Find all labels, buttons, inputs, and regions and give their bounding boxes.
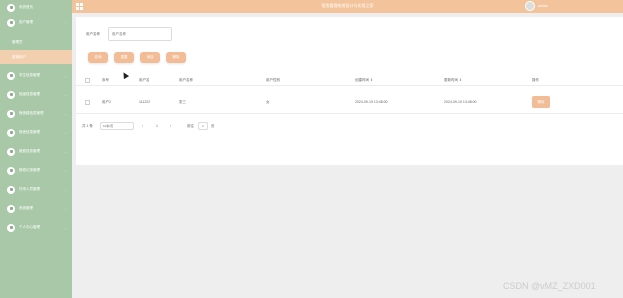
cell-created: 2024-09-19 13:48:00 [355, 100, 388, 104]
sidebar-item-label: 学生信息管理 [19, 73, 40, 77]
sidebar: 系统首页 用户管理 ⌃ 管理员 普通用户 学生信息管理 ⌄ 班级信息管理 ⌄ 宿… [0, 0, 72, 298]
cell-name: 张三 [179, 100, 186, 104]
select-all-checkbox[interactable] [85, 78, 90, 83]
search-label: 用户名称 [86, 32, 100, 36]
folder-icon [7, 90, 15, 99]
chevron-down-icon: ⌄ [64, 73, 67, 78]
chevron-down-icon: ⌄ [64, 92, 67, 97]
chevron-down-icon: ⌄ [64, 187, 67, 192]
watermark: CSDN @vMZ_ZXD001 [503, 281, 596, 291]
column-header-username: 用户名 [139, 78, 150, 82]
current-page[interactable]: 1 [156, 124, 158, 128]
column-header-index: 序号 [102, 78, 109, 82]
table-row: 用户2 111222 张三 女 2024-09-19 13:48:00 2024… [76, 90, 623, 114]
delete-button[interactable]: 删除 [166, 52, 186, 63]
sidebar-item-class[interactable]: 班级信息管理 ⌄ [0, 87, 72, 102]
folder-icon [7, 71, 15, 80]
sidebar-item-label: 系统管理 [19, 206, 33, 210]
sidebar-item-profile[interactable]: 个人中心管理 ⌄ [0, 220, 72, 235]
chevron-up-icon: ⌃ [64, 20, 67, 25]
folder-icon [7, 166, 15, 175]
goto-suffix: 页 [211, 124, 215, 128]
sidebar-item-system[interactable]: 系统管理 ⌄ [0, 201, 72, 216]
sidebar-item-users[interactable]: 用户管理 ⌃ [0, 15, 72, 30]
sidebar-item-label: 外来人员管理 [19, 187, 40, 191]
user-icon [7, 18, 15, 27]
sidebar-item-payment[interactable]: 缴费信息管理 ⌄ [0, 144, 72, 159]
cell-gender: 女 [266, 100, 270, 104]
chevron-down-icon: ⌄ [64, 206, 67, 211]
page-size-select[interactable]: 10条/页 [100, 122, 134, 130]
cell-updated: 2024-09-19 13:48:00 [444, 100, 477, 104]
sidebar-item-label: 用户管理 [19, 20, 33, 24]
sidebar-item-label: 管理员 [12, 40, 23, 44]
home-icon [7, 3, 15, 12]
chevron-down-icon: ⌄ [64, 130, 67, 135]
query-button[interactable]: 查询 [88, 52, 108, 63]
folder-icon [7, 185, 15, 194]
row-checkbox[interactable] [85, 100, 90, 105]
goto-label: 前往 [187, 124, 194, 128]
top-header: 宿舍管理系统设计与实现之家 admin [72, 0, 623, 13]
folder-icon [7, 109, 15, 118]
sidebar-item-repair[interactable]: 报修记录管理 ⌄ [0, 163, 72, 178]
cell-index: 用户2 [102, 100, 111, 104]
table-header: 序号 用户名 用户名称 用户性别 创建时间 ⇕ 更新时间 ⇕ 操作 [76, 74, 623, 86]
sidebar-item-building[interactable]: 宿舍楼信息管理 ⌄ [0, 106, 72, 121]
sidebar-item-student[interactable]: 学生信息管理 ⌄ [0, 68, 72, 83]
sidebar-item-label: 报修记录管理 [19, 168, 40, 172]
add-button[interactable]: 添加 [140, 52, 160, 63]
search-input[interactable] [108, 27, 172, 41]
column-header-name: 用户名称 [179, 78, 193, 82]
chevron-down-icon: ⌄ [64, 149, 67, 154]
column-header-updated[interactable]: 更新时间 ⇕ [444, 78, 462, 83]
username[interactable]: admin [538, 4, 548, 8]
sidebar-item-label: 宿舍信息管理 [19, 130, 40, 134]
chevron-down-icon: ⌄ [64, 225, 67, 230]
goto-page-input[interactable]: 1 [198, 122, 208, 130]
folder-icon [7, 147, 15, 156]
folder-icon [7, 128, 15, 137]
sidebar-item-visitor[interactable]: 外来人员管理 ⌄ [0, 182, 72, 197]
sidebar-item-label: 缴费信息管理 [19, 149, 40, 153]
next-page-button[interactable]: › [170, 124, 171, 128]
sidebar-item-dorm[interactable]: 宿舍信息管理 ⌄ [0, 125, 72, 140]
avatar[interactable] [525, 1, 535, 11]
cell-username: 111222 [139, 100, 151, 104]
settings-icon [7, 204, 15, 213]
sidebar-item-label: 系统首页 [19, 5, 33, 9]
sidebar-item-home[interactable]: 系统首页 [0, 0, 72, 15]
main-panel: 用户名称 查询 重置 添加 删除 序号 用户名 用户名称 用户性别 创建时间 ⇕… [76, 17, 623, 165]
pagination: 共 1 条 10条/页 ‹ 1 › 前往 1 页 [76, 121, 623, 133]
sidebar-subitem-normal-user[interactable]: 普通用户 [0, 50, 72, 64]
sidebar-item-label: 个人中心管理 [19, 225, 40, 229]
sidebar-item-label: 普通用户 [12, 55, 26, 59]
column-header-gender: 用户性别 [266, 78, 280, 82]
chevron-down-icon: ⌄ [64, 168, 67, 173]
sidebar-subitem-admin[interactable]: 管理员 [0, 35, 72, 49]
column-header-actions: 操作 [532, 78, 539, 82]
chevron-down-icon: ⌄ [64, 111, 67, 116]
reset-button[interactable]: 重置 [114, 52, 134, 63]
sidebar-item-label: 班级信息管理 [19, 92, 40, 96]
column-header-created[interactable]: 创建时间 ⇕ [355, 78, 373, 83]
pagination-total: 共 1 条 [82, 124, 93, 128]
prev-page-button[interactable]: ‹ [142, 124, 143, 128]
sidebar-item-label: 宿舍楼信息管理 [19, 111, 44, 115]
profile-icon [7, 223, 15, 232]
row-delete-button[interactable]: 删除 [532, 96, 550, 108]
